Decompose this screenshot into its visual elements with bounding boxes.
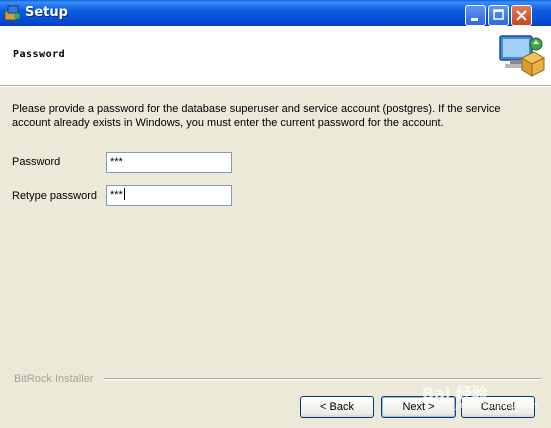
close-icon xyxy=(516,10,527,21)
baidu-watermark-url: jingyan.baidu.com xyxy=(455,401,539,411)
retype-password-input[interactable]: *** xyxy=(106,185,232,206)
title-bar[interactable]: Setup xyxy=(0,0,551,26)
password-label: Password xyxy=(12,156,61,168)
description-text: Please provide a password for the databa… xyxy=(12,103,501,129)
computer-package-icon xyxy=(499,35,546,77)
minimize-button[interactable] xyxy=(465,5,486,26)
window-title: Setup xyxy=(25,5,68,20)
text-caret xyxy=(123,188,125,200)
minimize-icon xyxy=(471,18,478,21)
installer-brand: BitRock Installer xyxy=(14,373,94,385)
retype-password-label: Retype password xyxy=(12,190,97,202)
maximize-button[interactable] xyxy=(488,5,509,26)
back-button[interactable]: < Back xyxy=(300,396,374,418)
setup-app-icon xyxy=(4,5,20,21)
header-panel xyxy=(0,26,551,85)
maximize-icon xyxy=(493,9,504,20)
close-button[interactable] xyxy=(511,5,532,26)
password-input[interactable]: *** xyxy=(106,152,232,173)
page-title: Password xyxy=(13,49,66,60)
